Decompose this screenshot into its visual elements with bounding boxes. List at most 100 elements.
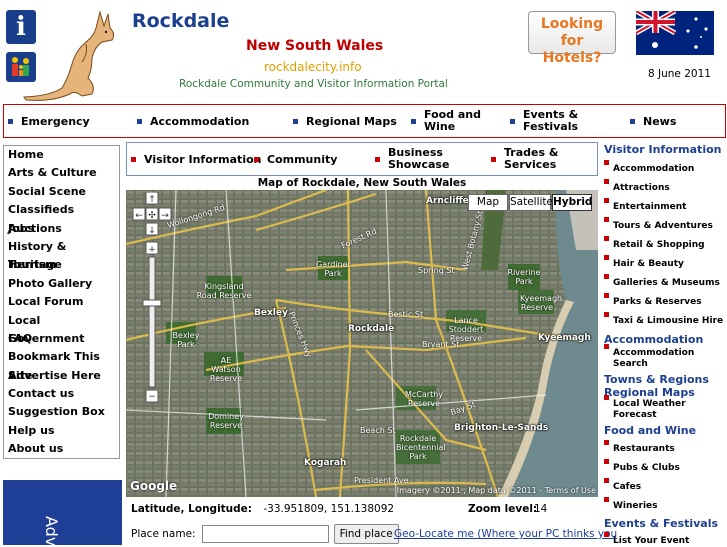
road-label: Bryant St [422, 340, 460, 349]
right-item-local-weather[interactable]: Local Weather Forecast [604, 395, 699, 421]
right-heading-towns-regions[interactable]: Towns & Regions [604, 373, 727, 386]
bullet-icon [137, 118, 142, 124]
bullet-icon [8, 118, 13, 124]
bullet-icon [491, 156, 496, 162]
advertisement-banner[interactable]: Adv [3, 480, 122, 547]
right-heading-food-and-wine[interactable]: Food and Wine [604, 424, 727, 437]
park-label: Lance Stoddert Reserve [448, 316, 484, 343]
right-item-wineries[interactable]: Wineries [604, 497, 727, 512]
right-item-accommodation[interactable]: Accommodation [604, 160, 727, 175]
main-navigation: Emergency Accommodation Regional Maps Fo… [3, 104, 726, 138]
sidebar-item-advertise[interactable]: Advertise Here [4, 367, 119, 385]
sidebar-item-suggestion-box[interactable]: Suggestion Box [4, 403, 119, 421]
map-zoom-slider[interactable] [143, 300, 161, 306]
right-heading-regional-maps[interactable]: Regional Maps [604, 386, 727, 399]
right-item-restaurants[interactable]: Restaurants [604, 440, 727, 455]
site-title[interactable]: Rockdale [132, 10, 229, 32]
sidebar-item-local-government[interactable]: Local Government [4, 312, 119, 345]
sidebar-item-home[interactable]: Home [4, 146, 119, 164]
sidebar-item-local-forum[interactable]: Local Forum [4, 293, 119, 311]
park-label: Kingsland Road Reserve [196, 282, 252, 300]
coordinates-row: Latitude, Longitude: -33.951809, 151.138… [131, 503, 547, 515]
bullet-icon [254, 156, 259, 162]
place-name-label: Place name: [131, 528, 196, 540]
find-place-button[interactable]: Find place [333, 524, 399, 544]
place-label: Kogarah [304, 458, 347, 468]
sidebar-item-arts-culture[interactable]: Arts & Culture [4, 164, 119, 182]
right-item-cafes[interactable]: Cafes [604, 478, 727, 493]
lat-lng-label: Latitude, Longitude: [131, 503, 252, 515]
lat-lng-value: -33.951809, 151.138092 [263, 503, 395, 515]
park-label: Gardiner Park [316, 260, 351, 278]
advert-text: Adv [42, 516, 61, 547]
nav-accommodation[interactable]: Accommodation [137, 105, 249, 137]
map-copyright[interactable]: Imagery ©2011 , Map data ©2011 - Terms o… [397, 486, 596, 495]
map-type-map-button[interactable]: Map [468, 194, 508, 211]
right-item-entertainment[interactable]: Entertainment [604, 198, 727, 213]
map-type-hybrid-button[interactable]: Hybrid [552, 194, 592, 211]
right-item-tours-adventures[interactable]: Tours & Adventures [604, 217, 727, 232]
subnav-trades-services[interactable]: Trades & Services [491, 143, 591, 175]
sidebar-item-contact[interactable]: Contact us [4, 385, 119, 403]
right-item-attractions[interactable]: Attractions [604, 179, 727, 194]
site-tagline: Rockdale Community and Visitor Informati… [179, 78, 448, 90]
current-date: 8 June 2011 [648, 68, 711, 80]
right-item-parks-reserves[interactable]: Parks & Reserves [604, 293, 727, 308]
map-view[interactable]: Arncliffe Bexley Rockdale Kogarah Bright… [126, 190, 598, 497]
map-zoom-out-button[interactable] [146, 390, 158, 402]
bullet-icon [630, 118, 635, 124]
bullet-icon [293, 118, 298, 124]
right-item-taxi-limousine[interactable]: Taxi & Limousine Hire [604, 312, 727, 327]
nav-emergency[interactable]: Emergency [8, 105, 90, 137]
place-name-input[interactable] [201, 525, 329, 543]
bullet-icon [510, 118, 515, 124]
nav-events-festivals[interactable]: Events & Festivals [510, 105, 600, 137]
place-label: Arncliffe [426, 196, 469, 206]
right-heading-events-festivals[interactable]: Events & Festivals [604, 517, 727, 530]
bullet-icon [131, 156, 136, 162]
left-sidebar: Home Arts & Culture Social Scene Classif… [3, 145, 120, 459]
park-label: Riverine Park [507, 268, 541, 286]
right-item-pubs-clubs[interactable]: Pubs & Clubs [604, 459, 727, 474]
right-item-accommodation-search[interactable]: Accommodation Search [604, 344, 696, 370]
right-item-galleries-museums[interactable]: Galleries & Museums [604, 274, 727, 289]
nav-label: Regional Maps [306, 114, 397, 128]
park-label: Dominey Reserve [208, 412, 244, 430]
nav-label: Emergency [21, 114, 90, 128]
looking-for-hotels-button[interactable]: Looking for Hotels? [528, 11, 616, 66]
nav-food-and-wine[interactable]: Food and Wine [411, 105, 491, 137]
subnav-label: Business Showcase [388, 146, 450, 171]
nav-label: Events & Festivals [523, 108, 579, 133]
sidebar-item-about[interactable]: About us [4, 440, 119, 458]
right-item-list-your-event[interactable]: List Your Event [604, 532, 727, 547]
zoom-level-label: Zoom level: [468, 503, 538, 515]
nav-regional-maps[interactable]: Regional Maps [293, 105, 397, 137]
map-zoom-in-button[interactable] [146, 242, 158, 254]
place-label: Kyeemagh [538, 333, 591, 343]
road-label: President Ave [354, 476, 409, 485]
right-heading-visitor-information[interactable]: Visitor Information [604, 143, 727, 156]
sidebar-item-photo-gallery[interactable]: Photo Gallery [4, 275, 119, 293]
sidebar-item-bookmark[interactable]: Bookmark This Site [4, 348, 119, 381]
map-type-satellite-button[interactable]: Satellite [509, 194, 553, 211]
road-label: Beach St [360, 426, 396, 435]
sidebar-item-history-heritage[interactable]: History & Heritage [4, 238, 119, 271]
subnav-community[interactable]: Community [254, 143, 337, 175]
park-label: AE Watson Reserve [209, 356, 243, 383]
sidebar-item-help[interactable]: Help us [4, 422, 119, 440]
subnav-business-showcase[interactable]: Business Showcase [375, 143, 485, 175]
road-label: Spring St [418, 266, 455, 275]
subnav-visitor-information[interactable]: Visitor Information [131, 143, 261, 175]
right-item-hair-beauty[interactable]: Hair & Beauty [604, 255, 727, 270]
geo-locate-link[interactable]: Geo-Locate me (Where your PC thinks you [394, 528, 617, 540]
park-label: McCarthy Reserve [404, 390, 444, 408]
map-pan-control[interactable] [130, 192, 174, 238]
right-item-retail-shopping[interactable]: Retail & Shopping [604, 236, 727, 251]
sidebar-item-social-scene[interactable]: Social Scene [4, 183, 119, 201]
place-search-row: Place name: Find place [131, 524, 399, 544]
google-logo: Google [130, 479, 178, 493]
sidebar-item-classifieds-auctions[interactable]: Classifieds Auctions [4, 201, 119, 234]
bullet-icon [411, 118, 416, 124]
nav-news[interactable]: News [630, 105, 676, 137]
right-heading-accommodation[interactable]: Accommodation [604, 333, 727, 346]
